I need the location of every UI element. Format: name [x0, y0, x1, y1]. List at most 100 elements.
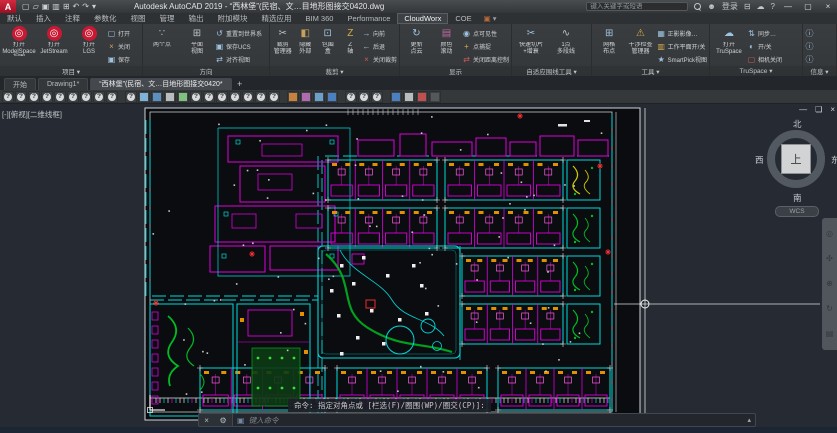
unknown-plugin-button[interactable]: ?	[15, 91, 27, 103]
forward-button[interactable]: →向前	[362, 27, 397, 39]
orbit-icon[interactable]: ↻	[826, 305, 833, 313]
tab-annotate[interactable]: 注释	[58, 13, 87, 24]
open-file-icon[interactable]: ▱	[33, 0, 39, 13]
smartpick-view-button[interactable]: ★SmartPick视图	[657, 53, 707, 65]
save-ucs-button[interactable]: ▣保存UCS	[215, 40, 262, 52]
color-scroll-button[interactable]: ▤颜色 滚动	[432, 26, 461, 55]
unknown-plugin-button[interactable]: ?	[345, 91, 357, 103]
unknown-plugin-button[interactable]: ?	[41, 91, 53, 103]
unknown-plugin-button[interactable]: ?	[67, 91, 79, 103]
new-drawing-tab-button[interactable]: +	[234, 78, 246, 90]
ribbon-panel-title[interactable]: 项目 ▾	[0, 66, 142, 76]
help-search-input[interactable]: 键入关键字或短语	[586, 2, 688, 11]
showmotion-icon[interactable]: ▤	[826, 330, 834, 338]
close-clip-button[interactable]: ×关闭裁剪	[362, 53, 397, 65]
open-lgs-button[interactable]: ◎打开 LGS	[72, 26, 106, 55]
unknown-plugin-button[interactable]: ?	[93, 91, 105, 103]
drawing-area[interactable]: [-][俯视][二维线框] — ❏ × 上 北 南 西 东 WCS ◎ ✣ ⊕ …	[0, 104, 837, 427]
plugin-button-red[interactable]	[416, 91, 428, 103]
viewcube-east[interactable]: 东	[831, 154, 837, 166]
undo-icon[interactable]: ↶	[73, 0, 80, 13]
tab-drawing1[interactable]: Drawing1*	[38, 78, 88, 90]
ribbon-image-icon[interactable]: ▣	[484, 14, 491, 23]
unknown-plugin-button[interactable]: ?	[54, 91, 66, 103]
unknown-plugin-button[interactable]: ?	[203, 91, 215, 103]
plugin-button-pin[interactable]	[151, 91, 163, 103]
open-button[interactable]: ▢打开	[107, 27, 130, 39]
unknown-plugin-button[interactable]: ?	[371, 91, 383, 103]
new-file-icon[interactable]: ▢	[22, 0, 30, 13]
interference-check-manager-button[interactable]: ⚠干涉检查 管理器	[625, 26, 655, 55]
plugin-button-layers[interactable]	[287, 91, 299, 103]
point-snap-button[interactable]: +点捕捉	[462, 40, 509, 52]
plan-view-button[interactable]: ⊞平面 视图	[180, 26, 214, 55]
unknown-plugin-button[interactable]: ?	[28, 91, 40, 103]
tab-start[interactable]: 开始	[4, 78, 36, 90]
save-as-icon[interactable]: ▥	[52, 0, 60, 13]
ribbon-display-toggle-icon[interactable]: ▾	[493, 14, 497, 23]
navigation-bar[interactable]: ◎ ✣ ⊕ ↻ ▤	[822, 218, 837, 350]
app-menu-button[interactable]: A	[0, 0, 16, 13]
unknown-plugin-button[interactable]: ?	[229, 91, 241, 103]
command-customize-icon[interactable]: ⚙	[220, 416, 227, 425]
search-icon[interactable]	[694, 3, 701, 10]
zoom-icon[interactable]: ⊕	[826, 280, 833, 288]
open-jetstream-button[interactable]: ◎打开 JetStream	[37, 26, 71, 55]
qat-dropdown-icon[interactable]: ▾	[92, 0, 96, 13]
distance-control-off-button[interactable]: ⇄关闭距离控制	[462, 53, 509, 65]
ortho-image-button[interactable]: ▦正影影像…	[657, 27, 707, 39]
clip-manager-button[interactable]: ✂裁剪 管理器	[272, 26, 294, 55]
plugin-button-grid[interactable]	[313, 91, 325, 103]
camera-off-button[interactable]: ▢相机关闭	[747, 53, 782, 65]
viewport-controls[interactable]: [-][俯视][二维线框]	[2, 109, 62, 120]
close-button[interactable]: ×关闭	[107, 40, 130, 52]
tab-performance[interactable]: Performance	[340, 13, 397, 24]
plugin-button-doc[interactable]	[164, 91, 176, 103]
viewcube-north[interactable]: 北	[793, 118, 802, 130]
close-button[interactable]: ×	[821, 0, 835, 13]
back-button[interactable]: ←后退	[362, 40, 397, 52]
plugin-button-blue[interactable]	[326, 91, 338, 103]
ribbon-panel-title[interactable]: 显示	[400, 66, 511, 76]
save-button[interactable]: ▣保存	[107, 53, 130, 65]
ribbon-panel-title[interactable]: 方向	[143, 66, 269, 76]
unknown-plugin-button[interactable]: ?	[242, 91, 254, 103]
unknown-plugin-button[interactable]: ?	[190, 91, 202, 103]
ribbon-panel-title[interactable]: 自适应围线工具 ▾	[512, 66, 591, 76]
tab-cloudworx[interactable]: CloudWorx	[397, 13, 448, 24]
reset-to-world-button[interactable]: ↺重置到世界系	[215, 27, 262, 39]
save-icon[interactable]: ▣	[42, 0, 50, 13]
unknown-plugin-button[interactable]: ?	[255, 91, 267, 103]
ribbon-panel-title[interactable]: TruSpace ▾	[710, 66, 802, 76]
unknown-plugin-button[interactable]: ?	[268, 91, 280, 103]
quick-slice-button[interactable]: ✂快速切片 +增衰	[514, 26, 548, 55]
tab-insert[interactable]: 插入	[29, 13, 58, 24]
tab-default[interactable]: 默认	[0, 13, 29, 24]
redo-icon[interactable]: ↷	[82, 0, 89, 13]
hide-outside-button[interactable]: ◧隐藏 外部	[295, 26, 317, 55]
info-button-3[interactable]: ⓘ	[805, 53, 814, 65]
tab-coe[interactable]: COE	[448, 13, 478, 24]
plugin-button-dark[interactable]	[429, 91, 441, 103]
tab-current-drawing[interactable]: “西林堡”(民宿、文…目地形图接交0420*	[90, 78, 231, 90]
viewcube-west[interactable]: 西	[755, 154, 764, 166]
viewcube-top-face[interactable]: 上	[781, 144, 811, 174]
command-expand-icon[interactable]: ▴	[747, 416, 751, 424]
info-button-2[interactable]: ⓘ	[805, 40, 814, 52]
workplane-toggle-button[interactable]: ▥工作平面开/关	[657, 40, 707, 52]
one-point-polyline-button[interactable]: ∿1点 多段线	[549, 26, 583, 55]
unknown-plugin-button[interactable]: ?	[216, 91, 228, 103]
two-points-button[interactable]: ∵两个点	[145, 26, 179, 49]
unknown-plugin-button[interactable]: ?	[125, 91, 137, 103]
help-icon[interactable]: ?	[771, 0, 775, 13]
plot-icon[interactable]: ⊞	[63, 0, 70, 13]
tab-bim360[interactable]: BIM 360	[299, 13, 341, 24]
sync-button[interactable]: ⇅同步…	[747, 27, 782, 39]
ribbon-panel-title[interactable]: 工具 ▾	[592, 66, 709, 76]
plugin-button-green[interactable]	[177, 91, 189, 103]
open-modelspace-view-button[interactable]: ◎打开 ModelSpace视图	[2, 26, 36, 56]
maximize-button[interactable]: ▢	[801, 0, 815, 13]
open-truspace-button[interactable]: ☁打开 TruSpace	[712, 26, 746, 55]
update-pointcloud-button[interactable]: ↻更新 点云	[402, 26, 431, 55]
signin-label[interactable]: 登录	[722, 0, 738, 13]
